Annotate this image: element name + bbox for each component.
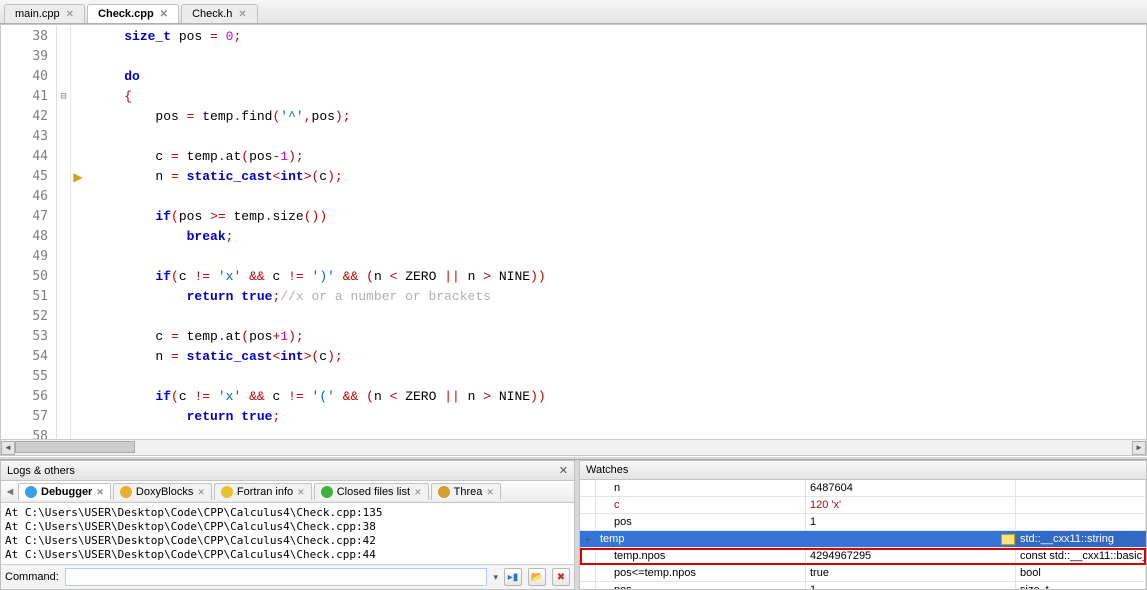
- editor-tab[interactable]: Check.h ✕: [181, 4, 258, 23]
- watch-name: temp.npos: [596, 548, 806, 564]
- send-icon: ▸▮: [508, 572, 519, 583]
- expand-toggle[interactable]: [580, 480, 596, 496]
- watches-pane: Watches n6487604c120 'x'pos1+temp…std::_…: [579, 460, 1147, 590]
- watch-row[interactable]: n6487604: [580, 480, 1146, 497]
- code-editor[interactable]: 3839404142434445464748495051525354555657…: [0, 24, 1147, 456]
- close-icon[interactable]: ✕: [414, 487, 422, 498]
- watch-row[interactable]: +temp …std::__cxx11::string: [580, 531, 1146, 548]
- debugger-log-output[interactable]: At C:\Users\USER\Desktop\Code\CPP\Calcul…: [1, 503, 574, 564]
- clear-icon: ✖: [557, 572, 565, 583]
- watch-value: …: [806, 531, 1016, 547]
- watch-type: [1016, 497, 1146, 513]
- command-input[interactable]: [65, 568, 488, 586]
- log-tab-label: Fortran info: [237, 486, 293, 498]
- log-tab[interactable]: Debugger ✕: [18, 483, 111, 500]
- watch-value: true: [806, 565, 1016, 581]
- log-tab-label: DoxyBlocks: [136, 486, 193, 498]
- line-number-gutter: 3839404142434445464748495051525354555657…: [1, 25, 57, 455]
- watch-value: 1: [806, 582, 1016, 589]
- watch-row[interactable]: c120 'x': [580, 497, 1146, 514]
- watch-row[interactable]: pos1size_t: [580, 582, 1146, 589]
- watches-grid[interactable]: n6487604c120 'x'pos1+temp…std::__cxx11::…: [580, 480, 1146, 589]
- watch-value: 4294967295: [806, 548, 1016, 564]
- tab-label: main.cpp: [15, 8, 60, 20]
- watch-name: pos<=temp.npos: [596, 565, 806, 581]
- tab-label: Check.cpp: [98, 8, 154, 20]
- expand-toggle[interactable]: [580, 582, 596, 589]
- watches-title-bar: Watches: [580, 461, 1146, 480]
- watch-name: temp: [596, 531, 806, 547]
- watch-name: c: [596, 497, 806, 513]
- editor-tab[interactable]: Check.cpp ✕: [87, 4, 179, 23]
- watch-row[interactable]: pos1: [580, 514, 1146, 531]
- command-open-button[interactable]: 📂: [528, 568, 546, 586]
- watch-type: [1016, 480, 1146, 496]
- scroll-right-arrow[interactable]: ►: [1132, 441, 1146, 455]
- expand-toggle[interactable]: [580, 565, 596, 581]
- tab-nav-left-icon[interactable]: ◄: [3, 486, 17, 498]
- watch-row[interactable]: temp.npos4294967295const std::__cxx11::b…: [580, 548, 1146, 565]
- close-icon[interactable]: ✕: [297, 487, 305, 498]
- close-icon[interactable]: ✕: [238, 9, 246, 20]
- watch-name: pos: [596, 582, 806, 589]
- dbg-icon: [25, 486, 37, 498]
- folder-icon: 📂: [531, 572, 543, 583]
- expand-toggle[interactable]: [580, 497, 596, 513]
- cls-icon: [321, 486, 333, 498]
- breakpoint-gutter[interactable]: ▶: [71, 25, 85, 455]
- watch-type: std::__cxx11::string: [1016, 531, 1146, 547]
- log-tab-bar: ◄ Debugger✕DoxyBlocks✕Fortran info✕Close…: [1, 481, 574, 503]
- log-tab-label: Debugger: [41, 486, 92, 498]
- expand-toggle[interactable]: [580, 514, 596, 530]
- logs-title-bar: Logs & others ✕: [1, 461, 574, 481]
- close-icon[interactable]: ✕: [197, 487, 205, 498]
- expand-toggle[interactable]: [580, 548, 596, 564]
- expand-toggle[interactable]: +: [580, 531, 596, 547]
- scroll-left-arrow[interactable]: ◄: [1, 441, 15, 455]
- editor-tab[interactable]: main.cpp ✕: [4, 4, 85, 23]
- log-tab-label: Closed files list: [337, 486, 410, 498]
- watch-type: const std::__cxx11::basic_string: [1016, 548, 1146, 564]
- close-icon[interactable]: ✕: [96, 487, 104, 498]
- watch-value: 6487604: [806, 480, 1016, 496]
- fort-icon: [221, 486, 233, 498]
- watch-name: n: [596, 480, 806, 496]
- horizontal-scrollbar[interactable]: ◄ ►: [1, 439, 1146, 455]
- doxy-icon: [120, 486, 132, 498]
- watch-type: bool: [1016, 565, 1146, 581]
- editor-tab-bar: main.cpp ✕ Check.cpp ✕ Check.h ✕: [0, 0, 1147, 24]
- watches-title: Watches: [586, 464, 628, 476]
- command-send-button[interactable]: ▸▮: [504, 568, 522, 586]
- close-icon[interactable]: ✕: [66, 9, 74, 20]
- close-icon[interactable]: ✕: [559, 464, 568, 477]
- code-area[interactable]: size_t pos = 0; do { pos = temp.find('^'…: [85, 25, 1146, 455]
- log-tab[interactable]: Closed files list ✕: [314, 483, 429, 500]
- log-tab-label: Threa: [454, 486, 483, 498]
- fold-gutter[interactable]: ⊟: [57, 25, 71, 455]
- expand-dots-icon[interactable]: …: [1001, 534, 1015, 545]
- watch-type: [1016, 514, 1146, 530]
- log-tab[interactable]: Threa✕: [431, 483, 501, 500]
- command-row: Command: ▾ ▸▮ 📂 ✖: [1, 564, 574, 589]
- thr-icon: [438, 486, 450, 498]
- watch-value: 120 'x': [806, 497, 1016, 513]
- watch-row[interactable]: pos<=temp.npostruebool: [580, 565, 1146, 582]
- watch-type: size_t: [1016, 582, 1146, 589]
- log-tab[interactable]: Fortran info ✕: [214, 483, 312, 500]
- scroll-thumb[interactable]: [15, 441, 135, 453]
- logs-pane: Logs & others ✕ ◄ Debugger✕DoxyBlocks✕Fo…: [0, 460, 575, 590]
- close-icon[interactable]: ✕: [486, 487, 494, 498]
- logs-title: Logs & others: [7, 465, 75, 477]
- tab-label: Check.h: [192, 8, 232, 20]
- command-label: Command:: [5, 571, 59, 583]
- watch-value: 1: [806, 514, 1016, 530]
- close-icon[interactable]: ✕: [160, 9, 168, 20]
- log-tab[interactable]: DoxyBlocks ✕: [113, 483, 212, 500]
- command-clear-button[interactable]: ✖: [552, 568, 570, 586]
- watch-name: pos: [596, 514, 806, 530]
